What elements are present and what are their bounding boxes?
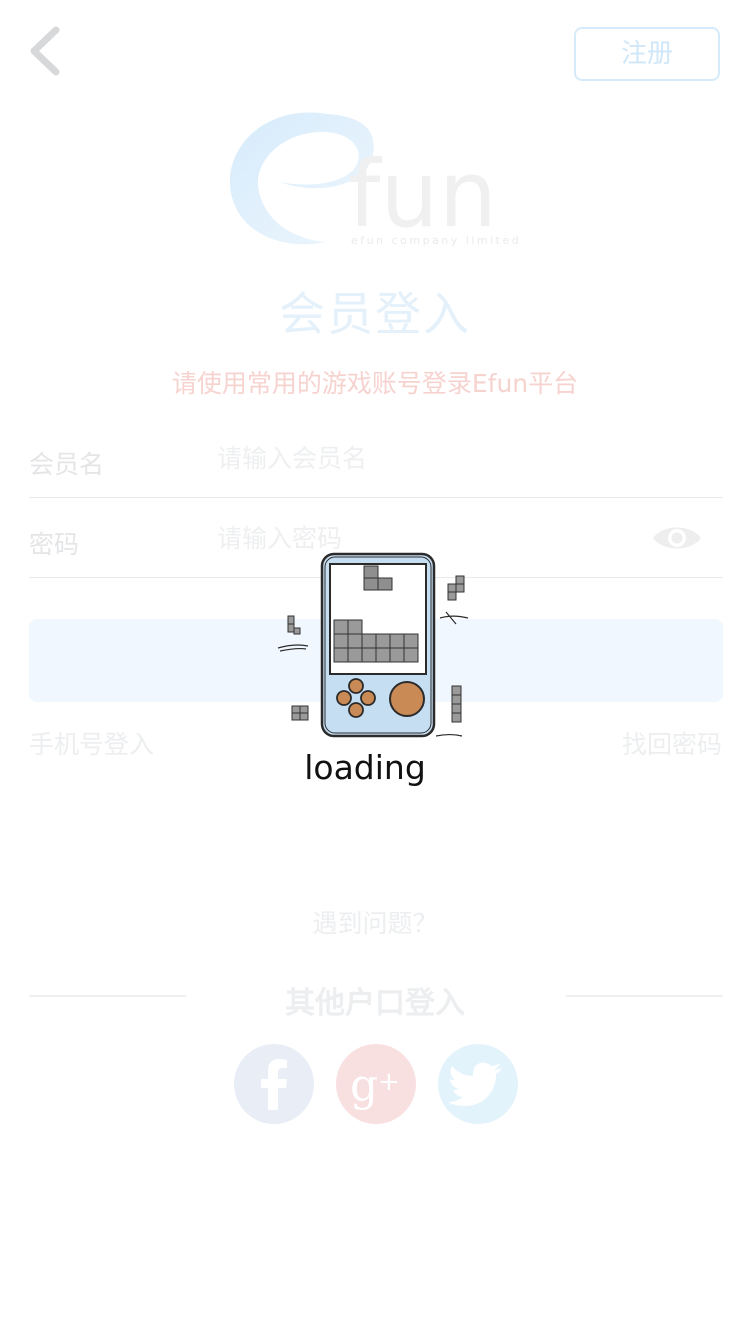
logo-wordmark: fun bbox=[348, 141, 497, 248]
svg-text:+: + bbox=[378, 1067, 400, 1097]
efun-logo: fun efun company limited bbox=[228, 104, 528, 250]
twitter-login-button[interactable] bbox=[438, 1044, 518, 1124]
login-page: 注册 fun efun company limited 会员登入 请使用常用的游… bbox=[0, 0, 750, 1334]
eye-icon[interactable] bbox=[651, 521, 703, 555]
password-label: 密码 bbox=[29, 530, 80, 559]
username-input[interactable] bbox=[217, 433, 637, 483]
divider-right bbox=[566, 995, 723, 997]
facebook-login-button[interactable] bbox=[234, 1044, 314, 1124]
page-title: 会员登入 bbox=[279, 287, 471, 341]
forgot-password-link[interactable]: 找回密码 bbox=[622, 725, 722, 761]
loading-text: loading bbox=[304, 748, 426, 787]
login-subtitle: 请使用常用的游戏账号登录Efun平台 bbox=[171, 369, 579, 398]
loading-overlay: loading bbox=[270, 548, 480, 793]
svg-text:g: g bbox=[350, 1060, 378, 1111]
chevron-left-icon bbox=[30, 26, 60, 76]
help-link[interactable]: 遇到问题？ bbox=[0, 904, 750, 940]
facebook-icon bbox=[261, 1059, 287, 1110]
back-button[interactable] bbox=[26, 24, 70, 80]
username-row: 会员名 bbox=[29, 417, 723, 498]
username-label: 会员名 bbox=[29, 450, 105, 479]
other-login-title: 其他户口登入 bbox=[285, 986, 465, 1021]
google-plus-icon: g + bbox=[350, 1060, 400, 1111]
phone-login-link[interactable]: 手机号登入 bbox=[29, 725, 154, 761]
logo-tagline: efun company limited bbox=[351, 234, 521, 247]
register-button[interactable]: 注册 bbox=[574, 27, 720, 81]
twitter-icon bbox=[448, 1062, 502, 1106]
google-plus-login-button[interactable]: g + bbox=[336, 1044, 416, 1124]
handheld-game-console-icon bbox=[277, 552, 469, 738]
